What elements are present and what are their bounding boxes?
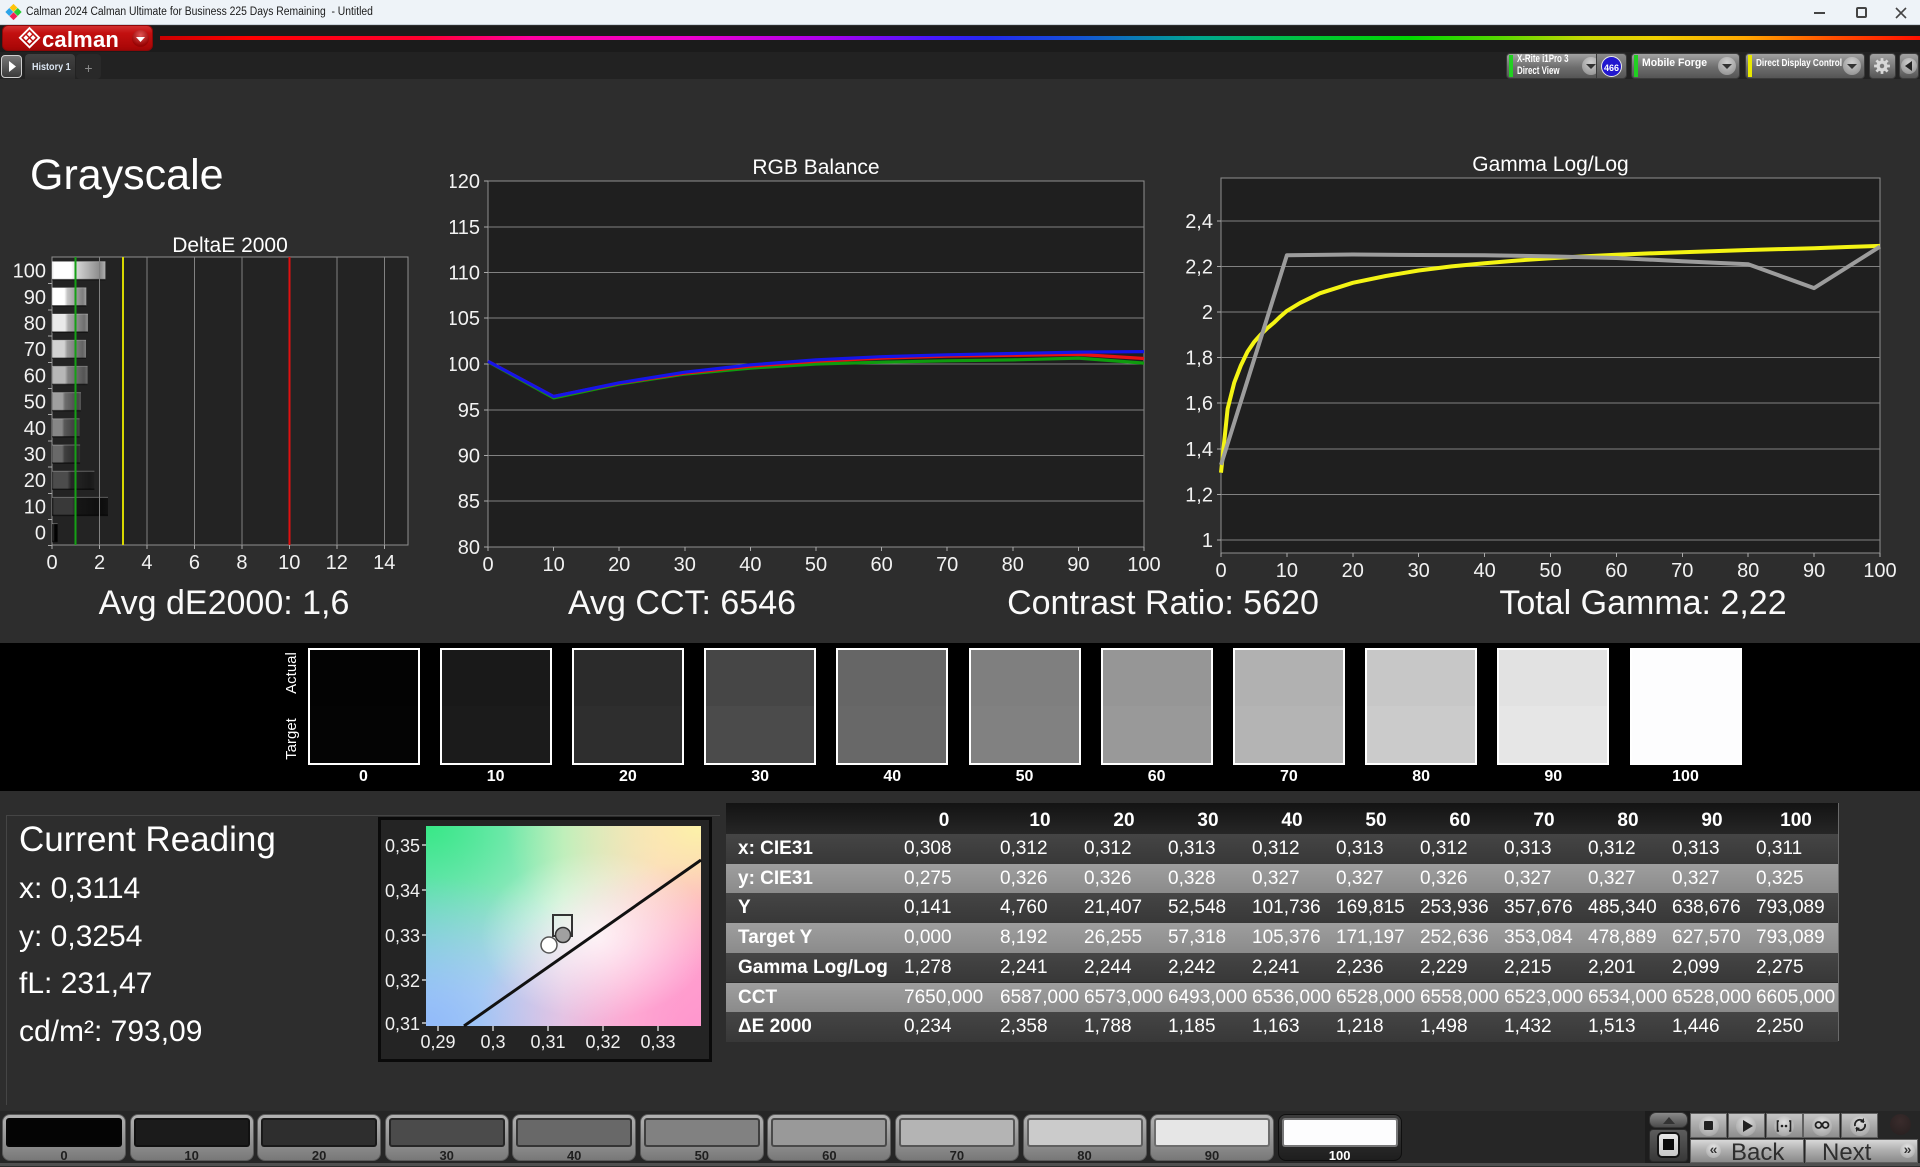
svg-text:0,32: 0,32 [385,971,420,991]
svg-text:1: 1 [1202,530,1213,552]
svg-text:0,33: 0,33 [640,1032,675,1052]
svg-text:8: 8 [236,552,247,574]
svg-text:1,2: 1,2 [1185,484,1213,506]
svg-text:40: 40 [24,418,46,440]
svg-text:0: 0 [35,523,46,545]
svg-text:70: 70 [936,554,958,575]
svg-text:85: 85 [458,491,480,513]
svg-text:120: 120 [450,171,480,193]
svg-text:60: 60 [870,554,892,575]
svg-text:2,4: 2,4 [1185,211,1213,233]
svg-text:0: 0 [46,552,57,574]
svg-text:10: 10 [278,552,300,574]
svg-text:30: 30 [1408,560,1430,582]
svg-text:80: 80 [458,537,480,559]
svg-text:14: 14 [373,552,395,574]
svg-text:110: 110 [450,263,480,285]
svg-text:6: 6 [189,552,200,574]
svg-text:0,32: 0,32 [585,1032,620,1052]
svg-text:90: 90 [458,446,480,468]
svg-text:20: 20 [608,554,630,575]
svg-text:1,4: 1,4 [1185,439,1213,461]
svg-text:100: 100 [1127,554,1160,575]
svg-text:0,31: 0,31 [385,1014,420,1034]
svg-text:0: 0 [482,554,493,575]
svg-text:0,3: 0,3 [480,1032,505,1052]
svg-text:0,29: 0,29 [420,1032,455,1052]
svg-text:80: 80 [24,313,46,335]
svg-text:0: 0 [1215,560,1226,582]
svg-text:70: 70 [1671,560,1693,582]
svg-text:2: 2 [94,552,105,574]
svg-text:0,33: 0,33 [385,926,420,946]
svg-text:60: 60 [24,365,46,387]
svg-text:100: 100 [13,261,46,283]
svg-text:30: 30 [24,444,46,466]
svg-text:20: 20 [24,470,46,492]
svg-text:1,6: 1,6 [1185,393,1213,415]
svg-text:105: 105 [450,308,480,330]
svg-text:90: 90 [1067,554,1089,575]
svg-text:RGB Balance: RGB Balance [752,156,879,179]
svg-text:40: 40 [739,554,761,575]
svg-text:90: 90 [24,287,46,309]
svg-text:0,35: 0,35 [385,836,420,856]
svg-text:10: 10 [24,496,46,518]
svg-text:DeltaE 2000: DeltaE 2000 [172,234,288,257]
svg-text:0,31: 0,31 [530,1032,565,1052]
svg-text:50: 50 [805,554,827,575]
svg-text:10: 10 [1276,560,1298,582]
svg-text:100: 100 [450,354,480,376]
svg-text:4: 4 [141,552,152,574]
svg-text:90: 90 [1803,560,1825,582]
svg-text:60: 60 [1605,560,1627,582]
svg-text:80: 80 [1002,554,1024,575]
svg-text:100: 100 [1863,560,1896,582]
svg-text:12: 12 [326,552,348,574]
svg-text:Gamma Log/Log: Gamma Log/Log [1472,153,1628,176]
svg-text:10: 10 [542,554,564,575]
svg-text:95: 95 [458,400,480,422]
svg-text:20: 20 [1342,560,1364,582]
svg-text:30: 30 [674,554,696,575]
svg-text:50: 50 [1539,560,1561,582]
svg-text:50: 50 [24,392,46,414]
svg-text:2,2: 2,2 [1185,256,1213,278]
svg-text:115: 115 [450,217,480,239]
svg-text:70: 70 [24,339,46,361]
svg-text:40: 40 [1473,560,1495,582]
svg-text:80: 80 [1737,560,1759,582]
svg-text:0,34: 0,34 [385,881,420,901]
svg-text:1,8: 1,8 [1185,348,1213,370]
svg-text:2: 2 [1202,302,1213,324]
